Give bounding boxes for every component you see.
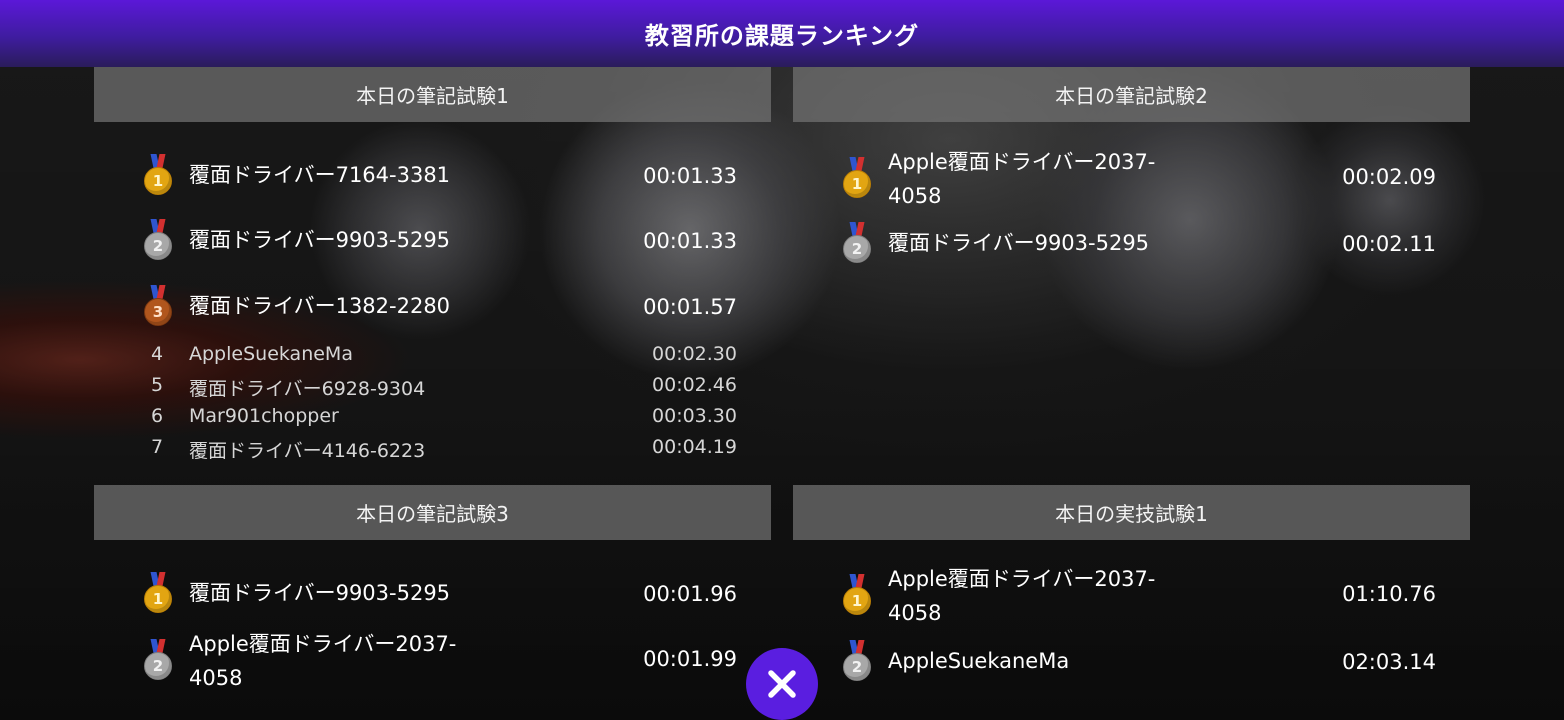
page-header: 教習所の課題ランキング bbox=[0, 0, 1564, 67]
ranking-row: 4 AppleSuekaneMa 00:02.30 bbox=[94, 343, 771, 374]
gold-medal-icon: 1 bbox=[843, 574, 871, 615]
driver-name: 覆面ドライバー7164-3381 bbox=[189, 163, 451, 187]
record-time: 00:04.19 bbox=[652, 436, 737, 458]
driver-name: Apple覆面ドライバー2037-4058 bbox=[189, 632, 457, 690]
record-time: 00:02.09 bbox=[1342, 165, 1436, 189]
silver-medal-icon: 2 bbox=[843, 222, 871, 263]
driver-name: AppleSuekaneMa bbox=[189, 343, 353, 365]
close-button[interactable] bbox=[746, 648, 818, 720]
driver-name: Apple覆面ドライバー2037-4058 bbox=[888, 150, 1156, 208]
record-time: 02:03.14 bbox=[1342, 650, 1436, 674]
ranking-row: 2 Apple覆面ドライバー2037-4058 00:01.99 bbox=[94, 627, 771, 697]
record-time: 00:02.30 bbox=[652, 343, 737, 365]
silver-medal-icon: 2 bbox=[144, 639, 172, 680]
record-time: 00:01.99 bbox=[643, 647, 737, 671]
rank-number: 4 bbox=[151, 343, 164, 365]
driver-name: 覆面ドライバー4146-6223 bbox=[189, 440, 426, 462]
panel-title: 本日の筆記試験1 bbox=[94, 67, 771, 122]
ranking-row: 1 覆面ドライバー7164-3381 00:01.33 bbox=[94, 148, 771, 208]
ranking-row: 7 覆面ドライバー4146-6223 00:04.19 bbox=[94, 436, 771, 467]
record-time: 00:02.46 bbox=[652, 374, 737, 396]
record-time: 00:01.57 bbox=[643, 295, 737, 319]
ranking-panel-practical-1: 本日の実技試験1 1 Apple覆面ドライバー2037-4058 01:10.7… bbox=[793, 485, 1470, 681]
ranking-row: 1 Apple覆面ドライバー2037-4058 00:02.09 bbox=[793, 145, 1470, 215]
driver-name: Mar901chopper bbox=[189, 405, 339, 427]
driver-name: Apple覆面ドライバー2037-4058 bbox=[888, 567, 1156, 625]
rank-number: 7 bbox=[151, 436, 164, 458]
ranking-row: 1 覆面ドライバー9903-5295 00:01.96 bbox=[94, 566, 771, 626]
ranking-row: 2 AppleSuekaneMa 02:03.14 bbox=[793, 634, 1470, 694]
ranking-row: 1 Apple覆面ドライバー2037-4058 01:10.76 bbox=[793, 562, 1470, 632]
gold-medal-icon: 1 bbox=[843, 157, 871, 198]
silver-medal-icon: 2 bbox=[843, 640, 871, 681]
record-time: 01:10.76 bbox=[1342, 582, 1436, 606]
ranking-row: 6 Mar901chopper 00:03.30 bbox=[94, 405, 771, 436]
gold-medal-icon: 1 bbox=[144, 154, 172, 195]
driver-name: 覆面ドライバー1382-2280 bbox=[189, 294, 451, 318]
driver-name: 覆面ドライバー9903-5295 bbox=[189, 228, 451, 252]
ranking-row: 2 覆面ドライバー9903-5295 00:02.11 bbox=[793, 216, 1470, 276]
driver-name: 覆面ドライバー6928-9304 bbox=[189, 378, 426, 400]
silver-medal-icon: 2 bbox=[144, 219, 172, 260]
record-time: 00:01.33 bbox=[643, 164, 737, 188]
rank-number: 6 bbox=[151, 405, 164, 427]
panel-title: 本日の実技試験1 bbox=[793, 485, 1470, 540]
ranking-row: 2 覆面ドライバー9903-5295 00:01.33 bbox=[94, 213, 771, 273]
driver-name: AppleSuekaneMa bbox=[888, 649, 1070, 673]
record-time: 00:03.30 bbox=[652, 405, 737, 427]
rank-number: 5 bbox=[151, 374, 164, 396]
bronze-medal-icon: 3 bbox=[144, 285, 172, 326]
gold-medal-icon: 1 bbox=[144, 572, 172, 613]
panel-title: 本日の筆記試験3 bbox=[94, 485, 771, 540]
ranking-panel-written-2: 本日の筆記試験2 1 Apple覆面ドライバー2037-4058 00:02.0… bbox=[793, 67, 1470, 263]
record-time: 00:01.96 bbox=[643, 582, 737, 606]
driver-name: 覆面ドライバー9903-5295 bbox=[189, 581, 451, 605]
ranking-row: 5 覆面ドライバー6928-9304 00:02.46 bbox=[94, 374, 771, 405]
record-time: 00:02.11 bbox=[1342, 232, 1436, 256]
ranking-panel-written-3: 本日の筆記試験3 1 覆面ドライバー9903-5295 00:01.96 2 A… bbox=[94, 485, 771, 690]
ranking-panel-written-1: 本日の筆記試験1 1 覆面ドライバー7164-3381 00:01.33 2 覆… bbox=[94, 67, 771, 462]
panel-title: 本日の筆記試験2 bbox=[793, 67, 1470, 122]
page-title: 教習所の課題ランキング bbox=[644, 22, 920, 50]
record-time: 00:01.33 bbox=[643, 229, 737, 253]
ranking-row: 3 覆面ドライバー1382-2280 00:01.57 bbox=[94, 279, 771, 339]
close-icon bbox=[768, 670, 796, 698]
driver-name: 覆面ドライバー9903-5295 bbox=[888, 231, 1150, 255]
